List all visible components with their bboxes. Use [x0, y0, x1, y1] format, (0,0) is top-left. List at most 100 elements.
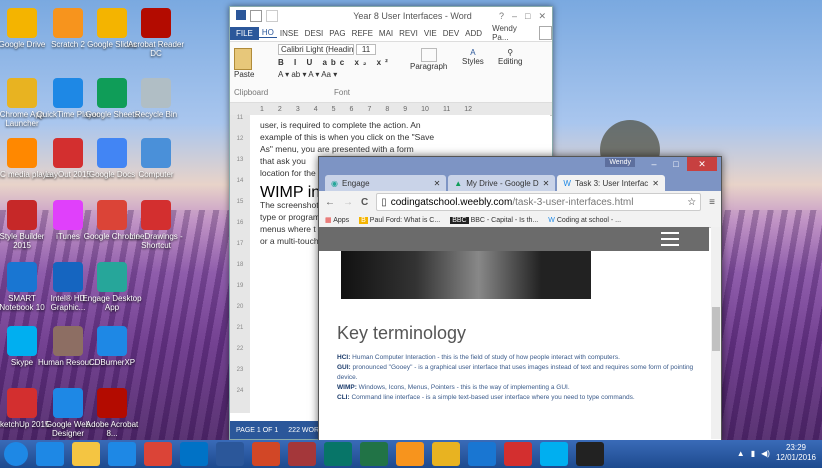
chrome-title-bar[interactable]: Wendy – □ ✕ ◉ Engage ✕ ▲ My Drive - Goog…: [319, 157, 721, 191]
format-buttons[interactable]: B I U abc x₂ x²: [278, 58, 392, 67]
tab-mailings[interactable]: MAI: [376, 29, 396, 38]
tab-review[interactable]: REVI: [396, 29, 421, 38]
show-hidden-icon[interactable]: ▲: [737, 449, 745, 458]
smart-notebook-icon: [7, 262, 37, 292]
reload-icon[interactable]: C: [361, 197, 368, 208]
word-count[interactable]: 222 WOR: [288, 427, 319, 434]
media-player-icon[interactable]: [108, 442, 136, 466]
computer-icon: [141, 138, 171, 168]
bookmark-paul-ford[interactable]: B Paul Ford: What is C...: [359, 216, 440, 224]
desktop-icon[interactable]: CDBurnerXP: [80, 326, 144, 367]
tab-references[interactable]: REFE: [349, 29, 376, 38]
redo-icon[interactable]: [266, 10, 278, 22]
tab-add-ins[interactable]: ADD: [462, 29, 485, 38]
bookmark-bbc[interactable]: BBC BBC - Capital - Is th...: [450, 216, 538, 224]
help-icon[interactable]: ?: [499, 11, 504, 22]
doc-line: example of this is when you click on the…: [260, 132, 435, 142]
font-size-select[interactable]: 11: [356, 44, 376, 55]
hamburger-menu-icon[interactable]: [661, 232, 679, 246]
profile-button[interactable]: Wendy: [605, 158, 635, 167]
style-builder-icon: [7, 200, 37, 230]
line-numbers: 11 12 13 14 15 16 17 18 19 20 21 22 23 24: [230, 115, 250, 413]
save-icon[interactable]: [236, 10, 246, 20]
google-sheets-icon: [97, 78, 127, 108]
tab-design[interactable]: DESI: [302, 29, 327, 38]
line-number: 14: [236, 178, 244, 184]
desktop-icon[interactable]: Computer: [124, 138, 188, 179]
scrollbar-thumb[interactable]: [712, 307, 720, 351]
app-launcher-icon[interactable]: [432, 442, 460, 466]
tab-home[interactable]: HO: [258, 28, 277, 38]
styles-group[interactable]: A Styles: [462, 48, 484, 66]
volume-icon[interactable]: ◀): [761, 449, 770, 458]
bookmark-coding-at-school[interactable]: W Coding at school - ...: [548, 217, 621, 224]
tab-my-drive[interactable]: ▲ My Drive - Google D ✕: [448, 175, 556, 191]
font-name-select[interactable]: Calibri Light (Headings): [278, 44, 354, 55]
scratch-icon[interactable]: [396, 442, 424, 466]
publisher-icon[interactable]: [324, 442, 352, 466]
word-icon[interactable]: [216, 442, 244, 466]
paragraph-icon: [420, 48, 437, 62]
page-count[interactable]: PAGE 1 OF 1: [236, 427, 278, 434]
line-number: 13: [236, 157, 244, 163]
desktop-icon[interactable]: Adobe Acrobat 8...: [80, 388, 144, 438]
bookmark-apps[interactable]: ▦ Apps: [325, 216, 349, 224]
paste-group[interactable]: Paste: [234, 48, 254, 79]
close-icon[interactable]: ✕: [538, 11, 546, 22]
tab-view[interactable]: VIE: [421, 29, 440, 38]
color-buttons[interactable]: A ▾ ab ▾ A ▾ Aa ▾: [278, 70, 392, 79]
file-explorer-icon[interactable]: [72, 442, 100, 466]
tab-insert[interactable]: INSE: [277, 29, 302, 38]
font-group: Calibri Light (Headings) 11 B I U abc x₂…: [278, 44, 392, 79]
internet-explorer-icon[interactable]: [36, 442, 64, 466]
address-bar[interactable]: ▯ codingatschool.weebly.com/task-3-user-…: [376, 193, 702, 211]
chrome-icon[interactable]: [144, 442, 172, 466]
star-icon[interactable]: ☆: [687, 197, 696, 208]
access-icon[interactable]: [288, 442, 316, 466]
tab-file[interactable]: FILE: [230, 26, 259, 40]
desktop-icon[interactable]: LineDrawings - Shortcut: [124, 200, 188, 250]
excel-icon[interactable]: [360, 442, 388, 466]
word-title-bar[interactable]: Year 8 User Interfaces - Word ? – □ ✕: [230, 7, 552, 25]
tab-developer[interactable]: DEV: [440, 29, 462, 38]
chrome-icon: [97, 200, 127, 230]
tab-task-3[interactable]: W Task 3: User Interfac ✕: [557, 175, 665, 191]
restore-icon[interactable]: □: [525, 11, 530, 22]
web-page: Key terminology HCI: Human Computer Inte…: [319, 227, 709, 439]
itunes-icon: [53, 200, 83, 230]
restore-icon[interactable]: □: [665, 157, 687, 171]
start-icon[interactable]: [4, 442, 28, 466]
paragraph-group[interactable]: Paragraph: [410, 48, 447, 71]
menu-icon[interactable]: ≡: [709, 197, 715, 208]
powerpoint-icon[interactable]: [252, 442, 280, 466]
clock[interactable]: 23:29 12/01/2016: [776, 443, 816, 463]
notebook-icon[interactable]: [468, 442, 496, 466]
outlook-icon[interactable]: [180, 442, 208, 466]
desktop-icon[interactable]: Acrobat Reader DC: [124, 8, 188, 58]
close-icon[interactable]: ✕: [543, 179, 550, 188]
network-icon[interactable]: ▮: [751, 449, 755, 458]
user-name[interactable]: Wendy Pa...: [489, 24, 535, 42]
page-icon: ▯: [381, 196, 387, 208]
close-icon[interactable]: ✕: [652, 179, 659, 188]
back-icon[interactable]: ←: [325, 197, 335, 208]
forward-icon[interactable]: →: [343, 197, 353, 208]
tab-page-layout[interactable]: PAG: [326, 29, 348, 38]
tab-engage[interactable]: ◉ Engage ✕: [325, 175, 447, 191]
close-icon[interactable]: ✕: [434, 179, 441, 188]
close-icon[interactable]: ✕: [687, 157, 717, 171]
avatar[interactable]: [538, 26, 552, 40]
layout-icon[interactable]: [504, 442, 532, 466]
binoculars-icon: ⚲: [507, 48, 514, 57]
skype-icon[interactable]: [540, 442, 568, 466]
editing-group[interactable]: ⚲ Editing: [498, 48, 522, 66]
undo-icon[interactable]: [250, 10, 262, 22]
desktop-icon[interactable]: Recycle Bin: [124, 78, 188, 119]
minimize-icon[interactable]: –: [512, 11, 517, 22]
minimize-icon[interactable]: –: [643, 157, 665, 171]
desktop-icon[interactable]: Engage Desktop App: [80, 262, 144, 312]
chrome-window[interactable]: Wendy – □ ✕ ◉ Engage ✕ ▲ My Drive - Goog…: [318, 156, 722, 440]
page-heading: Key terminology: [337, 323, 467, 343]
cmd-icon[interactable]: [576, 442, 604, 466]
page-scrollbar[interactable]: [711, 227, 721, 439]
